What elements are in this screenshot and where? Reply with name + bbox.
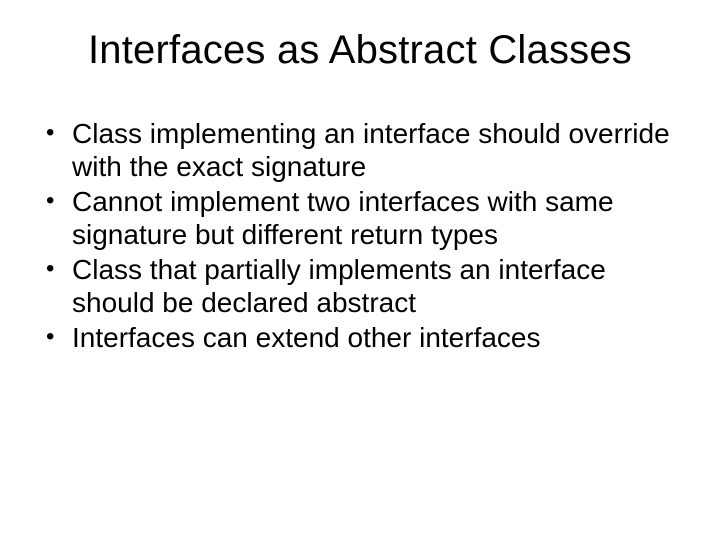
slide: Interfaces as Abstract Classes Class imp… bbox=[0, 0, 720, 540]
list-item: Interfaces can extend other interfaces bbox=[42, 321, 684, 354]
list-item: Class implementing an interface should o… bbox=[42, 117, 684, 183]
slide-title: Interfaces as Abstract Classes bbox=[36, 28, 684, 73]
list-item: Class that partially implements an inter… bbox=[42, 253, 684, 319]
bullet-list: Class implementing an interface should o… bbox=[36, 117, 684, 354]
list-item: Cannot implement two interfaces with sam… bbox=[42, 185, 684, 251]
